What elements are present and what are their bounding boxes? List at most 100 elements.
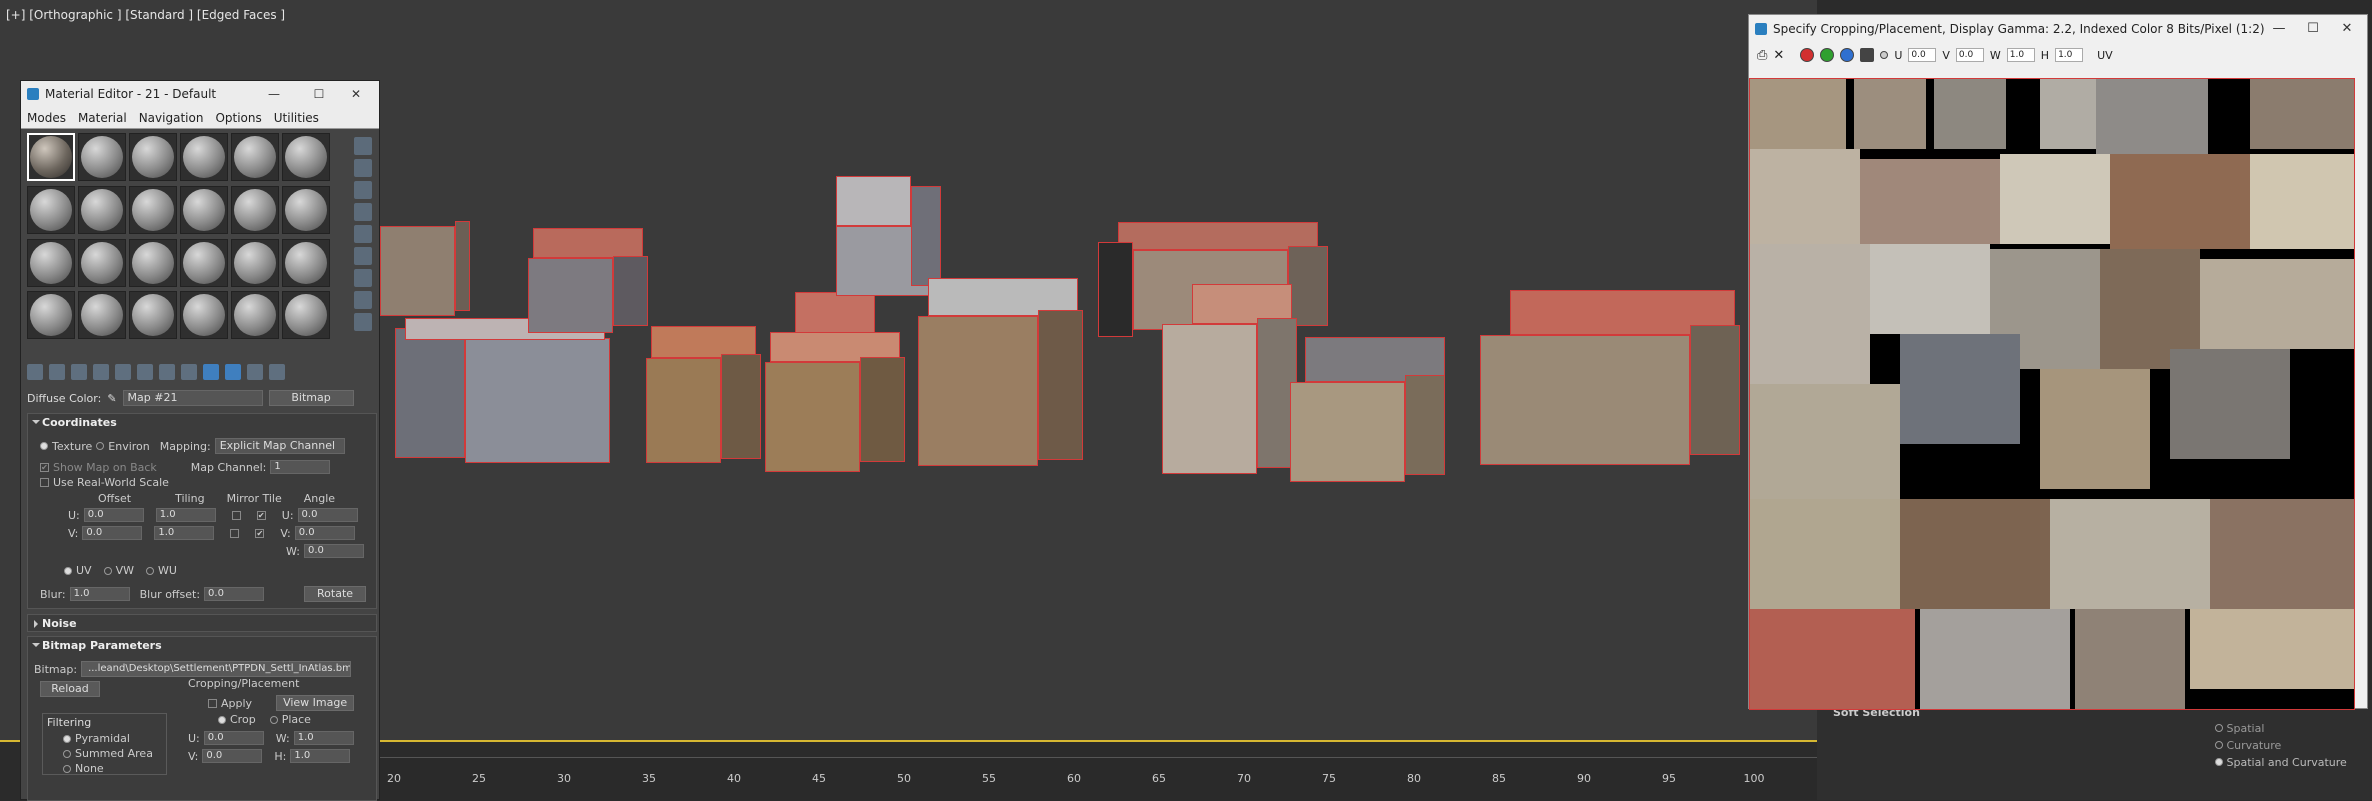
close-image-icon[interactable]: ✕	[1773, 48, 1784, 63]
material-slot[interactable]	[129, 238, 177, 287]
material-navigator-icon[interactable]	[354, 313, 372, 331]
pyramidal-radio[interactable]	[63, 734, 71, 743]
crop-h-spinner[interactable]: 1.0	[290, 749, 351, 763]
material-slot[interactable]	[129, 133, 177, 181]
make-unique-icon[interactable]	[137, 364, 153, 380]
assign-material-icon[interactable]	[71, 364, 87, 380]
material-slot[interactable]	[231, 133, 279, 181]
u-tiling-spinner[interactable]: 1.0	[155, 508, 216, 522]
maximize-icon[interactable]: ☐	[2297, 15, 2329, 43]
material-slot[interactable]	[129, 291, 177, 340]
building[interactable]	[528, 228, 648, 336]
none-radio[interactable]	[63, 764, 71, 773]
map-type-button[interactable]: Bitmap	[268, 390, 354, 406]
wu-radio[interactable]	[145, 566, 154, 575]
close-icon[interactable]: ✕	[2331, 15, 2363, 43]
timeline[interactable]: 20 25 30 35 40 45 50 55 60 65 70 75 80 8…	[380, 757, 1817, 800]
building[interactable]	[646, 326, 761, 466]
environ-radio[interactable]	[96, 442, 105, 450]
v-angle-spinner[interactable]: 0.0	[294, 526, 355, 540]
material-slot[interactable]	[282, 133, 330, 181]
material-slot[interactable]	[231, 291, 279, 340]
crop-placement-viewer-window[interactable]: Specify Cropping/Placement, Display Gamm…	[1748, 14, 2368, 710]
material-slot[interactable]	[180, 185, 228, 234]
view-image-button[interactable]: View Image	[276, 695, 355, 711]
options-icon[interactable]	[354, 269, 372, 287]
blue-channel-icon[interactable]	[1840, 48, 1855, 62]
menu-modes[interactable]: Modes	[21, 111, 72, 125]
green-channel-icon[interactable]	[1820, 48, 1835, 62]
put-to-scene-icon[interactable]	[49, 364, 65, 380]
material-slot[interactable]	[78, 133, 126, 181]
show-end-result-icon[interactable]	[225, 364, 241, 380]
uv-tiling-icon[interactable]	[354, 203, 372, 221]
vw-radio[interactable]	[103, 566, 112, 575]
w-field[interactable]: 1.0	[2006, 48, 2035, 62]
building[interactable]	[918, 278, 1083, 468]
material-slot[interactable]	[27, 238, 75, 287]
alpha-channel-icon[interactable]	[1860, 48, 1875, 62]
uv-radio[interactable]	[64, 566, 72, 575]
mono-channel-icon[interactable]	[1880, 51, 1889, 59]
building[interactable]	[380, 216, 470, 316]
close-icon[interactable]: ✕	[341, 81, 371, 107]
make-preview-icon[interactable]	[354, 247, 372, 265]
material-editor-window[interactable]: Material Editor - 21 - Default — ☐ ✕ Mod…	[20, 80, 380, 801]
apply-checkbox[interactable]	[208, 698, 217, 708]
v-offset-spinner[interactable]: 0.0	[82, 526, 143, 540]
sample-type-icon[interactable]	[354, 137, 372, 155]
material-slot[interactable]	[180, 291, 228, 340]
material-slot[interactable]	[282, 291, 330, 340]
crop-radio[interactable]	[218, 715, 226, 724]
menu-utilities[interactable]: Utilities	[268, 111, 325, 125]
texture-radio[interactable]	[40, 442, 48, 450]
eyedropper-icon[interactable]: ✎	[107, 392, 116, 405]
menu-material[interactable]: Material	[72, 111, 133, 125]
show-shaded-icon[interactable]	[203, 364, 219, 380]
summed-area-radio[interactable]	[63, 749, 71, 758]
u-tile-checkbox[interactable]: ✔	[256, 510, 266, 520]
v-tile-checkbox[interactable]: ✔	[255, 528, 265, 538]
curvature-radio[interactable]	[2215, 741, 2223, 749]
v-tiling-spinner[interactable]: 1.0	[154, 526, 215, 540]
red-channel-icon[interactable]	[1800, 48, 1815, 62]
material-slot[interactable]	[180, 238, 228, 287]
use-real-world-checkbox[interactable]	[40, 478, 49, 487]
spatial-option[interactable]: Spatial	[2215, 722, 2264, 735]
bitmap-parameters-header[interactable]: Bitmap Parameters	[28, 637, 376, 655]
maximize-icon[interactable]: ☐	[304, 81, 334, 107]
map-name-dropdown[interactable]: Map #21	[122, 390, 263, 406]
crop-u-spinner[interactable]: 0.0	[203, 731, 264, 745]
material-id-icon[interactable]	[181, 364, 197, 380]
minimize-icon[interactable]: —	[2263, 15, 2295, 43]
crop-v-spinner[interactable]: 0.0	[202, 749, 263, 763]
material-slot[interactable]	[282, 185, 330, 234]
material-slot[interactable]	[78, 185, 126, 234]
h-field[interactable]: 1.0	[2055, 48, 2084, 62]
menu-options[interactable]: Options	[209, 111, 267, 125]
material-slot[interactable]	[231, 185, 279, 234]
menu-navigation[interactable]: Navigation	[133, 111, 210, 125]
spatial-curvature-option[interactable]: Spatial and Curvature	[2215, 756, 2347, 769]
go-to-parent-icon[interactable]	[247, 364, 263, 380]
place-radio[interactable]	[269, 715, 278, 724]
u-mirror-checkbox[interactable]	[231, 510, 241, 520]
blur-offset-spinner[interactable]: 0.0	[204, 587, 265, 601]
building[interactable]	[1290, 337, 1448, 485]
w-angle-spinner[interactable]: 0.0	[303, 544, 364, 558]
material-slot[interactable]	[27, 185, 75, 234]
texture-atlas-image[interactable]	[1749, 78, 2355, 710]
curvature-option[interactable]: Curvature	[2215, 739, 2281, 752]
reset-map-icon[interactable]	[93, 364, 109, 380]
map-channel-spinner[interactable]: 1	[270, 460, 331, 474]
building[interactable]	[395, 318, 610, 463]
rotate-button[interactable]: Rotate	[304, 586, 367, 602]
blur-spinner[interactable]: 1.0	[69, 587, 130, 601]
put-to-library-icon[interactable]	[159, 364, 175, 380]
building[interactable]	[765, 292, 905, 472]
make-copy-icon[interactable]	[115, 364, 131, 380]
video-check-icon[interactable]	[354, 225, 372, 243]
reload-button[interactable]: Reload	[40, 681, 100, 697]
v-field[interactable]: 0.0	[1955, 48, 1984, 62]
backlight-icon[interactable]	[354, 159, 372, 177]
